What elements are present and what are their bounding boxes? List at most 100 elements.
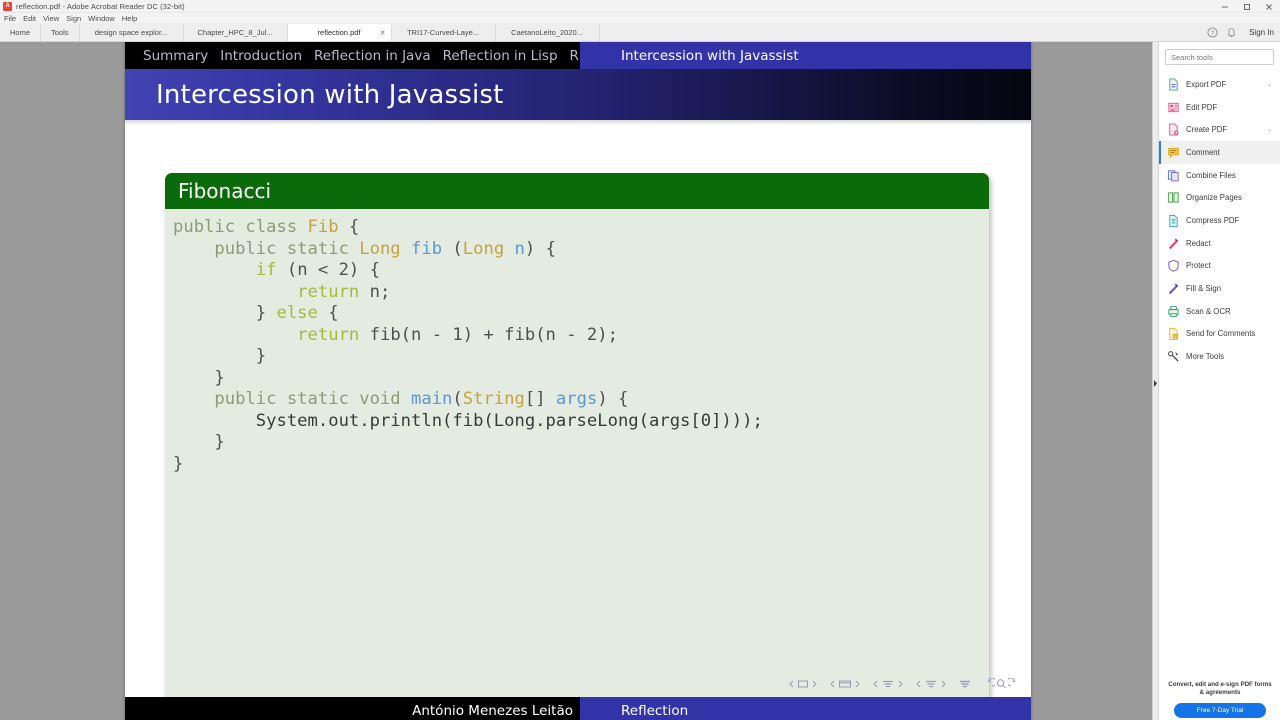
tool-item-label: Redact xyxy=(1186,238,1211,248)
tool-item-compress-pdf[interactable]: Compress PDF xyxy=(1159,209,1280,232)
nav-section-reflection-in-lisp[interactable]: Reflection in Lisp xyxy=(443,48,558,64)
free-trial-button[interactable]: Free 7-Day Trial xyxy=(1174,703,1266,718)
tool-item-scan-ocr[interactable]: Scan & OCR xyxy=(1159,300,1280,323)
tabstrip: Home Tools design space explor... Chapte… xyxy=(0,24,1280,42)
menubar: File Edit View Sign Window Help xyxy=(0,13,1280,24)
code-block: Fibonacci public class Fib { public stat… xyxy=(165,173,989,710)
next-frame-icon[interactable] xyxy=(853,678,862,690)
tool-item-combine-files[interactable]: Combine Files xyxy=(1159,164,1280,187)
tab-home[interactable]: Home xyxy=(0,24,42,41)
menu-help[interactable]: Help xyxy=(122,14,137,23)
code-listing: public class Fib { public static Long fi… xyxy=(173,217,763,474)
menu-view[interactable]: View xyxy=(43,14,59,23)
create-pdf-icon xyxy=(1167,123,1180,136)
tool-item-label: Compress PDF xyxy=(1186,215,1240,225)
help-circle-icon[interactable]: ? xyxy=(1207,27,1218,38)
minimize-button[interactable] xyxy=(1214,0,1236,13)
tab-tools[interactable]: Tools xyxy=(41,24,80,41)
nav-section-truncated[interactable]: R xyxy=(570,48,579,64)
export-pdf-icon xyxy=(1167,78,1180,91)
slide-icon[interactable] xyxy=(796,678,810,690)
tool-item-comment[interactable]: Comment xyxy=(1159,141,1280,164)
tool-item-label: Comment xyxy=(1186,147,1220,157)
next-section-icon[interactable] xyxy=(939,678,948,690)
promo-text: Convert, edit and e-sign PDF forms & agr… xyxy=(1168,681,1272,696)
workspace: Summary Introduction Reflection in Java … xyxy=(0,42,1280,720)
prev-slide-icon[interactable] xyxy=(787,678,796,690)
menu-file[interactable]: File xyxy=(4,14,16,23)
menu-window[interactable]: Window xyxy=(88,14,115,23)
search-icon[interactable] xyxy=(995,678,1008,690)
send-for-comments-icon xyxy=(1167,327,1180,341)
doc-tab-label: reflection.pdf xyxy=(317,28,361,37)
footline-author-label: António Menezes Leitão xyxy=(412,702,573,719)
tool-item-label: Export PDF xyxy=(1186,79,1227,89)
doc-tab-reflection-pdf[interactable]: reflection.pdf ✕ xyxy=(287,24,392,41)
menu-sign[interactable]: Sign xyxy=(66,14,81,23)
tool-item-edit-pdf[interactable]: Edit PDF xyxy=(1159,96,1280,119)
tool-item-label: Send for Comments xyxy=(1186,329,1256,339)
chevron-down-icon[interactable]: ⌄ xyxy=(1267,81,1272,88)
close-icon[interactable]: ✕ xyxy=(380,29,386,37)
pdf-icon: A xyxy=(3,1,12,11)
footline-title: Reflection xyxy=(580,697,1031,720)
slide-section-nav: Summary Introduction Reflection in Java … xyxy=(125,42,1031,69)
sign-in-button[interactable]: Sign In xyxy=(1249,28,1274,37)
doc-tab-caetanoleito-2020[interactable]: CaetanoLeito_2020... xyxy=(496,24,600,41)
window-title: reflection.pdf - Adobe Acrobat Reader DC… xyxy=(16,1,185,11)
next-subsection-icon[interactable] xyxy=(896,678,905,690)
nav-section-current[interactable]: Intercession with Javassist xyxy=(580,42,1031,69)
bell-icon[interactable] xyxy=(1226,27,1237,38)
tool-item-organize-pages[interactable]: Organize Pages xyxy=(1159,186,1280,209)
close-button[interactable] xyxy=(1258,0,1280,13)
tool-item-label: Edit PDF xyxy=(1186,102,1218,112)
menu-edit[interactable]: Edit xyxy=(23,14,36,23)
doc-tab-label: Chapter_HPC_8_Jul... xyxy=(197,28,273,37)
next-slide-icon[interactable] xyxy=(810,678,819,690)
search-tools-field[interactable] xyxy=(1165,49,1274,65)
tool-item-label: Scan & OCR xyxy=(1186,306,1231,316)
search-input[interactable] xyxy=(1171,52,1273,62)
doc-tab-label: CaetanoLeito_2020... xyxy=(511,28,583,37)
tools-panel: Export PDF ⌄ Edit PDF Create PDF ⌄ Comment Com… xyxy=(1158,42,1280,720)
footline-author: António Menezes Leitão xyxy=(125,697,580,720)
doc-tab-chapter-hpc[interactable]: Chapter_HPC_8_Jul... xyxy=(184,24,288,41)
pdf-page: Summary Introduction Reflection in Java … xyxy=(125,42,1031,720)
tool-item-label: Organize Pages xyxy=(1186,193,1242,203)
tool-item-label: Create PDF xyxy=(1186,125,1228,135)
doc-tab-label: design space explor... xyxy=(94,28,168,37)
pdf-viewer-area[interactable]: Summary Introduction Reflection in Java … xyxy=(0,42,1158,720)
restore-button[interactable] xyxy=(1236,0,1258,13)
prev-subsection-icon[interactable] xyxy=(871,678,880,690)
section-icon[interactable] xyxy=(923,678,939,690)
doc-tab-design-space-explor[interactable]: design space explor... xyxy=(80,24,184,41)
prev-frame-icon[interactable] xyxy=(828,678,837,690)
frame-icon[interactable] xyxy=(837,678,853,690)
forward-icon[interactable] xyxy=(1008,678,1021,690)
presentation-icon[interactable] xyxy=(957,678,973,690)
nav-section-introduction[interactable]: Introduction xyxy=(220,48,302,64)
tool-item-export-pdf[interactable]: Export PDF ⌄ xyxy=(1159,73,1280,96)
edit-pdf-icon xyxy=(1167,101,1180,114)
tool-item-fill-sign[interactable]: Fill & Sign xyxy=(1159,277,1280,300)
tool-item-redact[interactable]: Redact xyxy=(1159,232,1280,255)
subsection-icon[interactable] xyxy=(880,678,896,690)
tool-item-label: Fill & Sign xyxy=(1186,284,1222,294)
nav-section-summary[interactable]: Summary xyxy=(143,48,208,64)
frame-title-shadow xyxy=(125,120,1031,125)
nav-section-current-label: Intercession with Javassist xyxy=(621,47,799,64)
fill-sign-icon xyxy=(1167,282,1180,295)
chevron-down-icon[interactable]: ⌄ xyxy=(1267,126,1272,133)
scan-ocr-icon xyxy=(1167,305,1180,318)
tools-list: Export PDF ⌄ Edit PDF Create PDF ⌄ Comment Com… xyxy=(1159,73,1280,368)
doc-tab-tri17-curved-laye[interactable]: TRI17-Curved-Laye... xyxy=(392,24,496,41)
tool-item-more-tools[interactable]: More Tools xyxy=(1159,345,1280,368)
tool-item-label: Protect xyxy=(1186,261,1211,271)
tool-item-create-pdf[interactable]: Create PDF ⌄ xyxy=(1159,118,1280,141)
prev-section-icon[interactable] xyxy=(914,678,923,690)
tool-item-send-for-comments[interactable]: Send for Comments xyxy=(1159,323,1280,346)
tool-item-protect[interactable]: Protect xyxy=(1159,255,1280,278)
code-block-body: public class Fib { public static Long fi… xyxy=(165,209,989,710)
back-icon[interactable] xyxy=(982,678,995,690)
nav-section-reflection-in-java[interactable]: Reflection in Java xyxy=(314,48,431,64)
